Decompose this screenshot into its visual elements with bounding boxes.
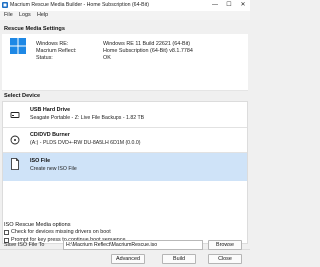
device-iso-title: ISO File <box>30 158 51 164</box>
status-label: Status: <box>36 55 53 61</box>
check-missing-drivers-checkbox[interactable] <box>4 230 9 235</box>
menu-logs[interactable]: Logs <box>19 12 31 18</box>
minimize-button[interactable]: — <box>208 0 222 11</box>
maximize-button[interactable]: ☐ <box>222 0 236 11</box>
macrium-reflect-label: Macrium Reflect: <box>36 48 77 54</box>
device-iso-subtitle: Create new ISO File <box>30 166 77 172</box>
macrium-reflect-value: Home Subscription (64-Bit) v8.1.7784 <box>103 48 193 54</box>
windows-icon <box>10 38 26 54</box>
advanced-button[interactable]: Advanced <box>111 254 145 264</box>
iso-options-heading: ISO Rescue Media options <box>4 222 71 228</box>
optical-disc-icon <box>10 135 20 145</box>
window-title: Macrium Rescue Media Builder - Home Subs… <box>10 2 149 8</box>
status-value: OK <box>103 55 111 61</box>
close-window-button[interactable]: ✕ <box>236 0 250 11</box>
check-missing-drivers-label: Check for devices missing drivers on boo… <box>11 229 111 235</box>
save-iso-label: Save ISO File To <box>4 242 45 248</box>
macrium-app-icon <box>2 2 8 8</box>
menu-file[interactable]: File <box>4 12 13 18</box>
close-button[interactable]: Close <box>208 254 242 264</box>
rescue-settings-heading: Rescue Media Settings <box>4 26 65 32</box>
iso-file-icon <box>11 158 19 170</box>
device-usb-title: USB Hard Drive <box>30 107 71 113</box>
build-button[interactable]: Build <box>162 254 196 264</box>
windows-re-label: Windows RE: <box>36 41 69 47</box>
menu-help[interactable]: Help <box>37 12 48 18</box>
iso-path-field[interactable]: H:\Macrium Reflect\MacriumRescue.iso <box>63 240 203 250</box>
browse-button[interactable]: Browse <box>208 240 242 250</box>
device-cd-subtitle: (A:) - PLDS DVD+-RW DU-8A5LH 6D1M (0.0.0… <box>30 140 141 146</box>
section-divider <box>2 90 248 91</box>
select-device-heading: Select Device <box>4 93 41 99</box>
usb-drive-icon <box>10 112 20 118</box>
device-cd-title: CD/DVD Burner <box>30 132 70 138</box>
windows-re-value: Windows RE 11 Build 22621 (64-Bit) <box>103 41 191 47</box>
device-usb-subtitle: Seagate Portable - Z: Live File Backups … <box>30 115 145 121</box>
